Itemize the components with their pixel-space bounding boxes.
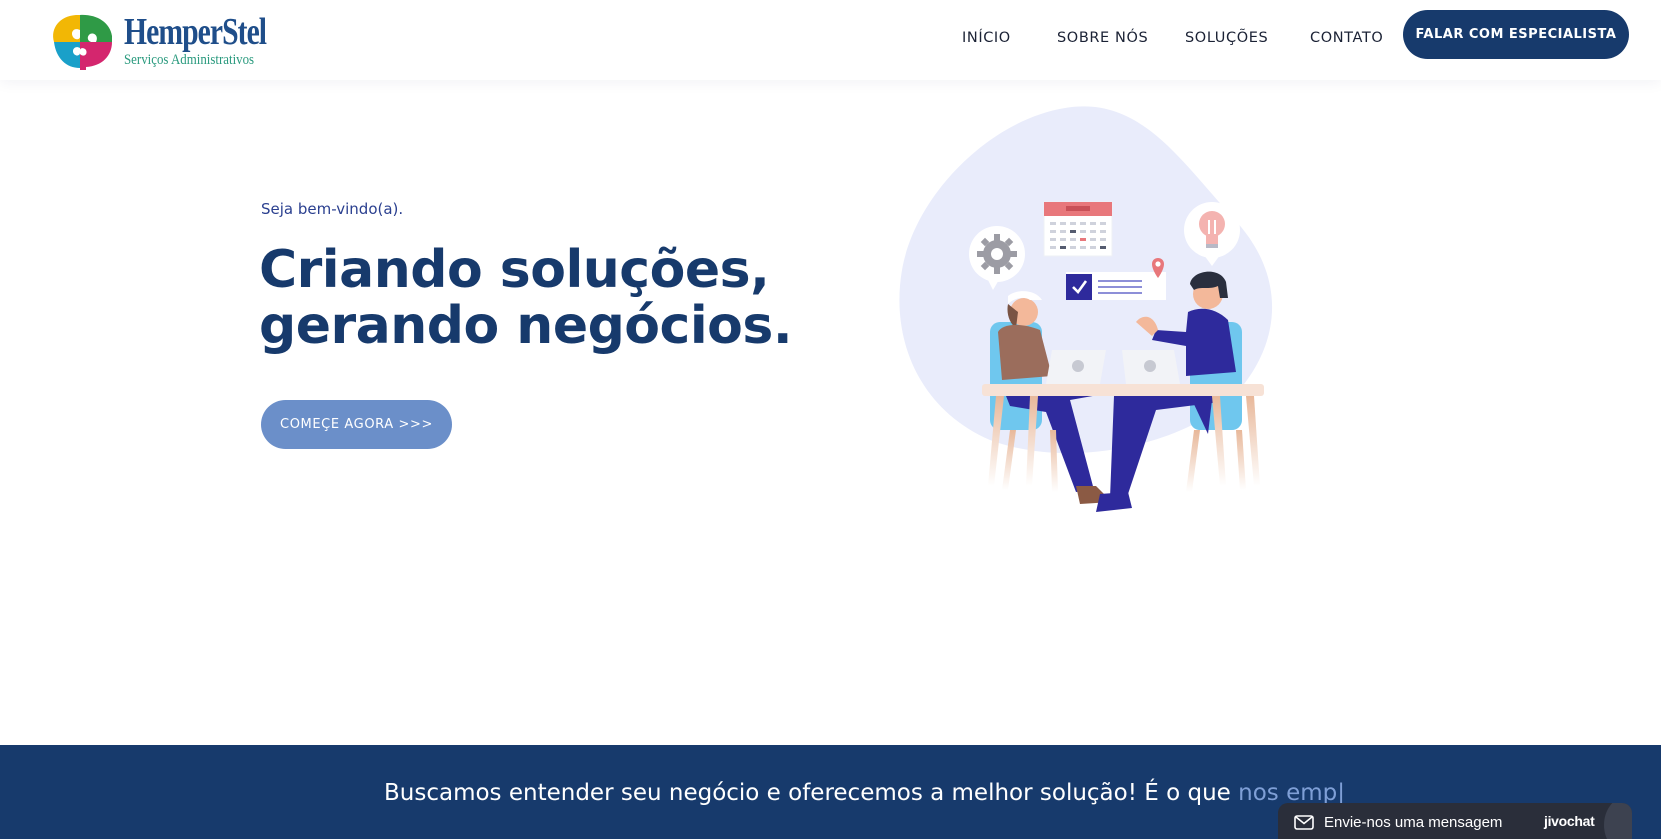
chat-widget[interactable]: Envie-nos uma mensagem jivochat: [1278, 803, 1632, 839]
hero-headline: Criando soluções, gerando negócios.: [259, 240, 793, 356]
nav-item-solucoes[interactable]: SOLUÇÕES: [1185, 30, 1268, 46]
site-header: HemperStel Serviços Administrativos INÍC…: [0, 0, 1661, 80]
checkbox-icon: [1066, 272, 1166, 300]
nav-item-sobre-nos[interactable]: SOBRE NÓS: [1057, 30, 1148, 46]
mail-icon: [1294, 815, 1314, 830]
brand-logo[interactable]: HemperStel Serviços Administrativos: [46, 8, 267, 72]
chat-brand: jivochat: [1544, 813, 1595, 829]
nav-item-inicio[interactable]: INÍCIO: [962, 30, 1011, 46]
calendar-icon: [1043, 201, 1113, 257]
brand-name: HemperStel: [124, 11, 267, 53]
headline-line-1: Criando soluções,: [259, 240, 770, 300]
start-now-button[interactable]: COMEÇE AGORA >>>: [261, 400, 452, 449]
nav-item-contato[interactable]: CONTATO: [1310, 30, 1383, 46]
tagline-text: Buscamos entender seu negócio e oferecem…: [384, 780, 1345, 806]
chat-label: Envie-nos uma mensagem: [1324, 814, 1503, 831]
headline-line-2: gerando negócios.: [259, 296, 793, 356]
tagline-main: Buscamos entender seu negócio e oferecem…: [384, 780, 1239, 806]
talk-to-specialist-button[interactable]: FALAR COM ESPECIALISTA: [1403, 10, 1629, 59]
brand-tagline: Serviços Administrativos: [124, 52, 255, 68]
hero-illustration: [899, 106, 1273, 512]
welcome-text: Seja bem-vindo(a).: [261, 200, 404, 218]
logo-mark-icon: [53, 14, 112, 70]
chat-corner-decoration: [1604, 803, 1632, 839]
